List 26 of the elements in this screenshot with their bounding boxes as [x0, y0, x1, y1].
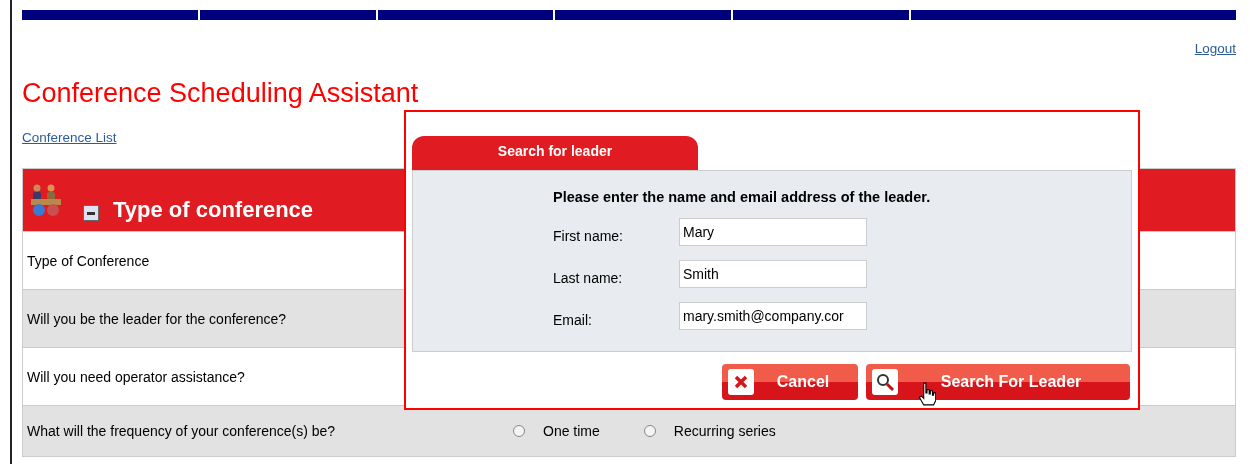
search-button[interactable]: Search For Leader: [866, 364, 1130, 400]
input-field[interactable]: Smith: [679, 260, 867, 288]
question-label: Will you need operator assistance?: [27, 368, 246, 385]
radio-button[interactable]: [643, 425, 656, 437]
logout-link[interactable]: Logout: [1194, 41, 1236, 56]
field-label: Last name:: [553, 269, 624, 286]
cancel-button[interactable]: Cancel: [722, 364, 858, 400]
field-label: Email:: [553, 311, 593, 328]
input-field[interactable]: mary.smith@company.cor: [679, 302, 867, 330]
option-label: One time: [543, 423, 600, 439]
question-label: What will the frequency of your conference(s) be?: [27, 423, 337, 439]
radio-button[interactable]: [513, 425, 525, 437]
input-field[interactable]: Mary: [679, 218, 867, 246]
search-icon: [875, 372, 895, 392]
conference-list-link[interactable]: Conference List: [22, 130, 117, 145]
instruction-text: Please enter the name and email address of the leader.: [553, 189, 932, 205]
dialog-tab[interactable]: Search for leader: [412, 136, 698, 170]
option-label: Recurring series: [673, 423, 776, 439]
page-title: Conference Scheduling Assistant: [22, 78, 420, 109]
people-icon: [29, 183, 63, 217]
question-label: Type of Conference: [27, 252, 151, 269]
section-title: Type of conference: [113, 197, 314, 223]
hand-cursor-icon: [918, 382, 936, 406]
field-label: First name:: [553, 227, 624, 244]
question-label: Will you be the leader for the conference?: [27, 310, 288, 327]
collapse-button[interactable]: [83, 205, 99, 221]
